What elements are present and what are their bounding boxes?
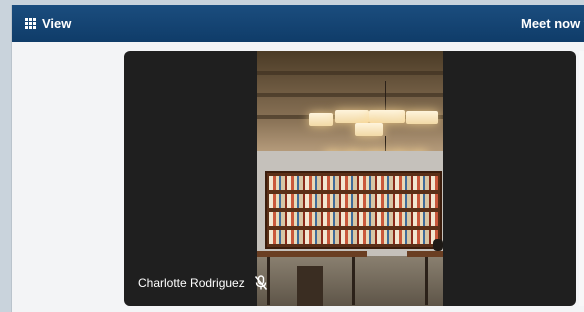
participant-name: Charlotte Rodriguez	[138, 276, 245, 290]
mic-muted-icon[interactable]	[254, 275, 268, 291]
ceiling-lamp	[355, 123, 383, 136]
participant-video-tile[interactable]: Charlotte Rodriguez	[124, 51, 576, 306]
title-bar: View Meet now w	[12, 5, 584, 42]
ceiling-lamp	[406, 111, 438, 124]
ceiling-lamp	[335, 110, 369, 123]
view-label: View	[42, 16, 72, 31]
meeting-stage: Charlotte Rodriguez	[12, 42, 584, 312]
video-ceiling	[257, 51, 443, 151]
ceiling-lamp	[369, 110, 405, 123]
ceiling-lamp	[309, 113, 333, 126]
view-button[interactable]: View	[25, 16, 71, 31]
participant-video-feed	[257, 51, 443, 306]
adjacent-tile-edge	[579, 51, 584, 306]
bookshelf	[265, 171, 442, 249]
meeting-window: View Meet now w	[11, 5, 584, 312]
grid-icon	[25, 18, 36, 29]
video-floor	[257, 256, 443, 306]
library-table	[257, 251, 367, 257]
participant-caption: Charlotte Rodriguez	[138, 275, 268, 291]
meeting-title: Meet now w	[521, 16, 584, 31]
